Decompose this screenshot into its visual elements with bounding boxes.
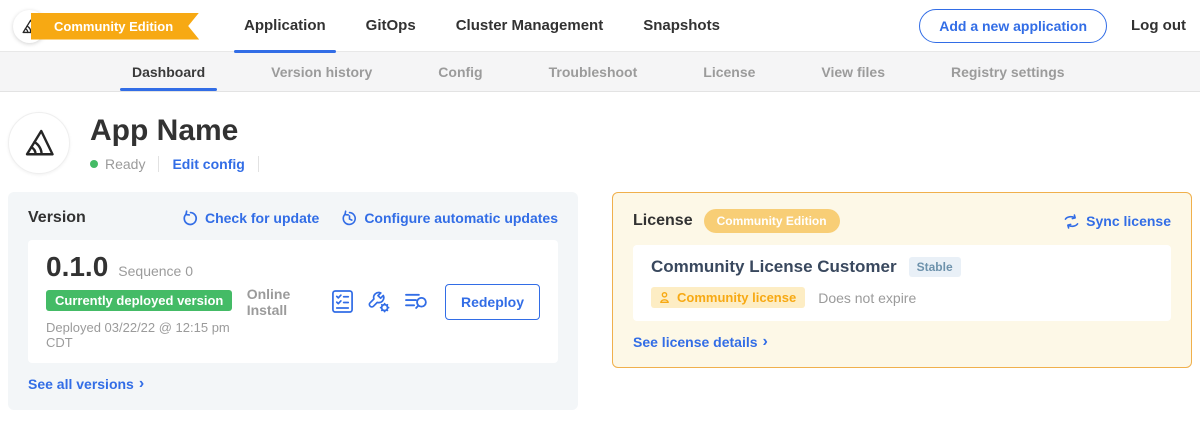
see-all-versions-link[interactable]: See all versions ›: [28, 376, 144, 392]
channel-badge: Stable: [909, 257, 961, 277]
divider: [258, 156, 259, 172]
license-card: License Community Edition Sync license: [612, 192, 1192, 368]
chevron-right-icon: ›: [763, 334, 768, 350]
deployed-timestamp: Deployed 03/22/22 @ 12:15 pm CDT: [46, 320, 247, 350]
sync-license-label: Sync license: [1086, 213, 1171, 229]
check-for-update-link[interactable]: Check for update: [182, 210, 319, 227]
version-number: 0.1.0: [46, 253, 108, 281]
license-type-badge: Community license: [651, 287, 805, 308]
app-status-text: Ready: [105, 156, 145, 172]
tab-version-history[interactable]: Version history: [255, 52, 388, 91]
sync-license-link[interactable]: Sync license: [1063, 213, 1171, 229]
sync-icon: [1063, 214, 1080, 229]
edition-ribbon-badge: Community Edition: [31, 13, 199, 40]
nav-gitops[interactable]: GitOps: [346, 0, 436, 52]
primary-nav: Application GitOps Cluster Management Sn…: [224, 0, 740, 52]
preflight-checklist-icon[interactable]: [331, 289, 354, 314]
tab-dashboard[interactable]: Dashboard: [116, 52, 221, 91]
license-type-row: Community license Does not expire: [651, 287, 1153, 308]
configure-automatic-updates-label: Configure automatic updates: [364, 210, 558, 226]
top-bar-right: Add a new application Log out: [919, 9, 1186, 43]
see-license-details-label: See license details: [633, 334, 758, 350]
license-card-actions: Sync license: [1063, 213, 1171, 229]
license-card-title: License: [633, 212, 693, 230]
refresh-icon: [182, 210, 199, 227]
sequence-label: Sequence 0: [118, 263, 193, 279]
tab-view-files[interactable]: View files: [805, 52, 901, 91]
deploy-logs-icon[interactable]: [404, 291, 429, 312]
see-license-details-link[interactable]: See license details ›: [633, 334, 768, 350]
current-version-panel: 0.1.0 Sequence 0 Currently deployed vers…: [28, 240, 558, 363]
app-status-row: Ready Edit config: [90, 156, 272, 172]
page-title: App Name: [90, 114, 272, 147]
divider: [158, 156, 159, 172]
config-wrench-icon[interactable]: [367, 290, 391, 314]
install-type-label: Online Install: [247, 286, 315, 318]
tab-license[interactable]: License: [687, 52, 771, 91]
license-type-label: Community license: [677, 290, 796, 305]
tab-troubleshoot[interactable]: Troubleshoot: [533, 52, 654, 91]
configure-automatic-updates-link[interactable]: Configure automatic updates: [341, 210, 558, 227]
add-new-application-button[interactable]: Add a new application: [919, 9, 1107, 43]
brand: Community Edition: [0, 0, 206, 52]
auto-update-icon: [341, 210, 358, 227]
edit-config-link[interactable]: Edit config: [172, 156, 244, 172]
check-for-update-label: Check for update: [205, 210, 319, 226]
customer-name: Community License Customer: [651, 257, 897, 277]
community-edition-badge: Community Edition: [704, 209, 840, 233]
nav-snapshots[interactable]: Snapshots: [623, 0, 740, 52]
customer-row: Community License Customer Stable: [651, 257, 1153, 277]
version-actions: Online Install: [247, 284, 540, 320]
version-card-actions: Check for update Configure automatic upd…: [182, 210, 558, 227]
nav-application[interactable]: Application: [224, 0, 346, 52]
tab-registry-settings[interactable]: Registry settings: [935, 52, 1081, 91]
app-sub-nav: Dashboard Version history Config Trouble…: [0, 52, 1200, 92]
see-all-versions-label: See all versions: [28, 376, 134, 392]
redeploy-button[interactable]: Redeploy: [445, 284, 540, 320]
dashboard-cards: Version Check for update: [0, 174, 1200, 410]
status-dot: [90, 160, 98, 168]
app-header: App Name Ready Edit config: [0, 92, 1200, 174]
app-logo-icon: [21, 125, 57, 161]
nav-cluster-management[interactable]: Cluster Management: [436, 0, 624, 52]
app-header-text: App Name Ready Edit config: [90, 114, 272, 172]
version-number-row: 0.1.0 Sequence 0: [46, 253, 247, 281]
logout-link[interactable]: Log out: [1131, 17, 1186, 34]
version-card-header: Version Check for update: [28, 209, 558, 227]
tab-config[interactable]: Config: [422, 52, 498, 91]
expiry-text: Does not expire: [818, 290, 916, 306]
person-icon: [658, 291, 671, 304]
top-bar: Community Edition Application GitOps Clu…: [0, 0, 1200, 52]
license-details-panel: Community License Customer Stable Commun…: [633, 245, 1171, 321]
currently-deployed-badge: Currently deployed version: [46, 290, 232, 311]
app-avatar: [8, 112, 70, 174]
current-version-info: 0.1.0 Sequence 0 Currently deployed vers…: [46, 253, 247, 350]
chevron-right-icon: ›: [139, 376, 144, 392]
version-card-title: Version: [28, 209, 86, 227]
version-card: Version Check for update: [8, 192, 578, 410]
admin-console-page: Community Edition Application GitOps Clu…: [0, 0, 1200, 424]
license-card-header: License Community Edition Sync license: [633, 209, 1171, 233]
